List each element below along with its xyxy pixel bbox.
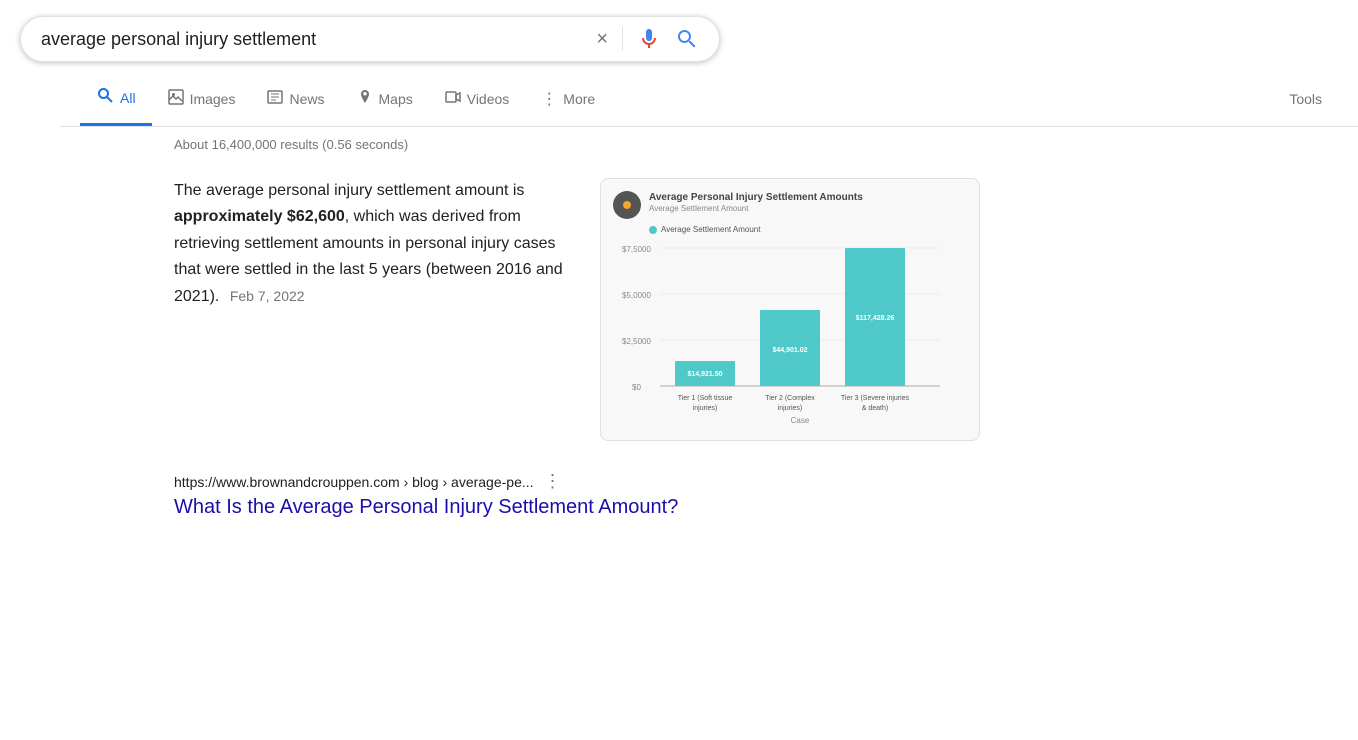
chart-container: Average Personal Injury Settlement Amoun…: [600, 178, 980, 441]
svg-text:injuries): injuries): [693, 405, 718, 412]
results-count: About 16,400,000 results (0.56 seconds): [0, 127, 1358, 158]
svg-text:$14,921.50: $14,921.50: [687, 371, 722, 378]
svg-text:$44,901.02: $44,901.02: [772, 347, 807, 354]
legend-label: Average Settlement Amount: [661, 225, 760, 234]
search-icons: ×: [596, 27, 699, 51]
nav-tabs: All Images News Maps Videos ⋮ More Tools: [60, 72, 1358, 127]
svg-text:Tier 1 (Soft tissue: Tier 1 (Soft tissue: [678, 395, 733, 402]
tab-news-label: News: [289, 91, 324, 107]
mic-icon[interactable]: [637, 27, 661, 51]
tab-videos[interactable]: Videos: [429, 75, 526, 124]
search-icon[interactable]: [675, 27, 699, 51]
svg-text:Tier 3 (Severe injuries: Tier 3 (Severe injuries: [841, 395, 910, 402]
svg-text:Tier 2 (Complex: Tier 2 (Complex: [765, 395, 815, 402]
main-content: The average personal injury settlement a…: [0, 158, 1000, 529]
news-icon: [267, 89, 283, 110]
tab-news[interactable]: News: [251, 75, 340, 124]
chart-subtitle: Average Settlement Amount: [649, 204, 863, 213]
maps-icon: [357, 89, 373, 110]
svg-text:$0: $0: [632, 383, 641, 392]
svg-text:& death): & death): [862, 405, 888, 412]
svg-text:$2,5000: $2,5000: [622, 337, 651, 346]
snippet-text-block: The average personal injury settlement a…: [174, 178, 570, 441]
more-icon: ⋮: [541, 89, 557, 109]
tab-maps-label: Maps: [379, 91, 413, 107]
result-options-icon[interactable]: ⋮: [544, 471, 562, 492]
tab-videos-label: Videos: [467, 91, 510, 107]
bar-chart-svg: $7,5000 $5,0000 $2,5000 $0 $14,921.50 Ti…: [620, 238, 960, 428]
svg-text:$7,5000: $7,5000: [622, 245, 651, 254]
chart-logo: [613, 191, 641, 219]
tab-more[interactable]: ⋮ More: [525, 75, 611, 123]
tab-images-label: Images: [190, 91, 236, 107]
result-url-row: https://www.brownandcrouppen.com › blog …: [174, 471, 980, 492]
videos-icon: [445, 89, 461, 110]
tab-all[interactable]: All: [80, 72, 152, 126]
snippet-text-bold: approximately $62,600: [174, 208, 345, 225]
svg-text:$117,428.26: $117,428.26: [856, 315, 895, 322]
search-bar: average personal injury settlement ×: [20, 16, 720, 62]
tab-maps[interactable]: Maps: [341, 75, 429, 124]
chart-title: Average Personal Injury Settlement Amoun…: [649, 191, 863, 204]
featured-snippet: The average personal injury settlement a…: [174, 178, 980, 441]
svg-text:$5,0000: $5,0000: [622, 291, 651, 300]
snippet-date: Feb 7, 2022: [230, 288, 305, 304]
chart-title-group: Average Personal Injury Settlement Amoun…: [649, 191, 863, 213]
result-url-text: https://www.brownandcrouppen.com › blog …: [174, 474, 534, 490]
images-icon: [168, 89, 184, 110]
tab-images[interactable]: Images: [152, 75, 252, 124]
svg-text:injuries): injuries): [778, 405, 803, 412]
search-bar-container: average personal injury settlement ×: [0, 0, 1358, 72]
divider: [622, 27, 623, 51]
svg-text:Case: Case: [791, 416, 810, 425]
legend-dot: [649, 226, 657, 234]
clear-icon[interactable]: ×: [596, 28, 608, 51]
result-link-section: https://www.brownandcrouppen.com › blog …: [174, 471, 980, 519]
result-title-link[interactable]: What Is the Average Personal Injury Sett…: [174, 496, 678, 518]
search-input[interactable]: average personal injury settlement: [41, 29, 586, 50]
chart-legend: Average Settlement Amount: [649, 225, 760, 234]
tab-more-label: More: [563, 91, 595, 107]
chart-title-row: Average Personal Injury Settlement Amoun…: [613, 191, 967, 219]
snippet-text-before: The average personal injury settlement a…: [174, 182, 524, 199]
all-icon: [96, 86, 114, 109]
tools-button[interactable]: Tools: [1273, 77, 1338, 121]
tab-all-label: All: [120, 90, 136, 106]
